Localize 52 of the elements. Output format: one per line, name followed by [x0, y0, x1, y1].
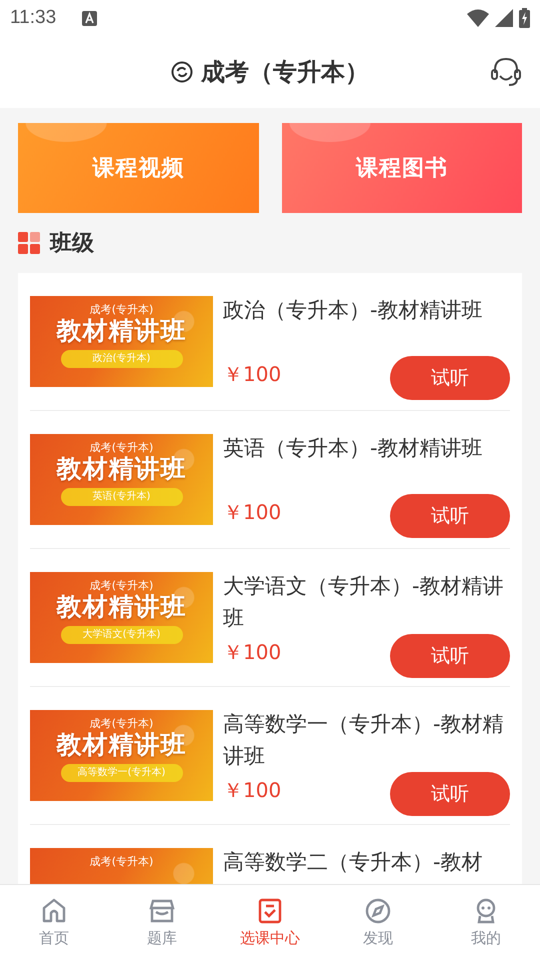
course-thumbnail[interactable]: 成考(专升本) 教材精讲班 大学语文(专升本) — [30, 572, 213, 663]
course-title[interactable]: 英语（专升本）-教材精讲班 — [223, 432, 510, 464]
trial-button[interactable]: 试听 — [390, 634, 510, 678]
subject-pill: 英语(专升本) — [60, 488, 182, 506]
thumbnail-heading: 教材精讲班 — [56, 593, 186, 621]
thumbnail-heading: 教材精讲班 — [56, 317, 186, 345]
battery-icon — [519, 8, 530, 28]
course-thumbnail[interactable]: 成考(专升本) 教材精讲班 英语(专升本) — [30, 434, 213, 525]
grid-icon — [18, 232, 40, 254]
course-title[interactable]: 高等数学一（专升本）-教材精讲班 — [223, 708, 510, 772]
nav-tab[interactable]: 选课中心 — [216, 885, 324, 960]
subject-pill: 高等数学一(专升本) — [60, 764, 182, 782]
nav-tab[interactable]: 首页 — [0, 885, 108, 960]
store-icon — [148, 897, 176, 925]
trial-button[interactable]: 试听 — [390, 772, 510, 816]
trial-button[interactable]: 试听 — [390, 356, 510, 400]
subject-pill: 大学语文(专升本) — [60, 626, 182, 644]
nav-tab[interactable]: 发现 — [324, 885, 432, 960]
clock-time: 11:33 — [10, 7, 56, 29]
thumbnail-caption: 成考(专升本) — [90, 302, 154, 317]
home-icon — [40, 897, 68, 925]
course-price: ￥100 — [223, 360, 282, 388]
thumbnail-heading: 教材精讲班 — [56, 455, 186, 483]
book-banner[interactable]: 课程图书 — [282, 123, 522, 213]
headset-icon[interactable] — [490, 56, 522, 88]
video-banner[interactable]: 课程视频 — [18, 123, 258, 213]
thumbnail-caption: 成考(专升本) — [90, 578, 154, 593]
course-thumbnail[interactable]: 成考(专升本) 教材精讲班 政治(专升本) — [30, 296, 213, 387]
course-price: ￥100 — [223, 638, 282, 666]
subject-pill: 政治(专升本) — [60, 350, 182, 368]
thumbnail-caption: 成考(专升本) — [90, 440, 154, 455]
thumbnail-caption: 成考(专升本) — [90, 716, 154, 731]
signal-icon — [495, 9, 513, 27]
trial-button[interactable]: 试听 — [390, 494, 510, 538]
page-title: 成考（专升本） — [201, 57, 369, 88]
course-title[interactable]: 大学语文（专升本）-教材精讲班 — [223, 570, 510, 634]
course-title[interactable]: 高等数学二（专升本）-教材 — [223, 846, 510, 878]
course-thumbnail[interactable]: 成考(专升本) — [30, 848, 213, 884]
wifi-icon — [467, 9, 489, 27]
course-price: ￥100 — [223, 776, 282, 804]
thumbnail-caption: 成考(专升本) — [90, 854, 154, 869]
course-price: ￥100 — [223, 498, 282, 526]
course-title[interactable]: 政治（专升本）-教材精讲班 — [223, 294, 510, 326]
refresh-icon[interactable] — [171, 61, 193, 83]
thumbnail-heading: 教材精讲班 — [56, 731, 186, 759]
compass-icon — [364, 897, 392, 925]
course-thumbnail[interactable]: 成考(专升本) 教材精讲班 高等数学一(专升本) — [30, 710, 213, 801]
nav-tab[interactable]: 题库 — [108, 885, 216, 960]
checklist-icon — [256, 897, 284, 925]
section-title: 班级 — [50, 230, 94, 258]
notification-icon — [82, 10, 98, 26]
nav-tab[interactable]: 我的 — [432, 885, 540, 960]
